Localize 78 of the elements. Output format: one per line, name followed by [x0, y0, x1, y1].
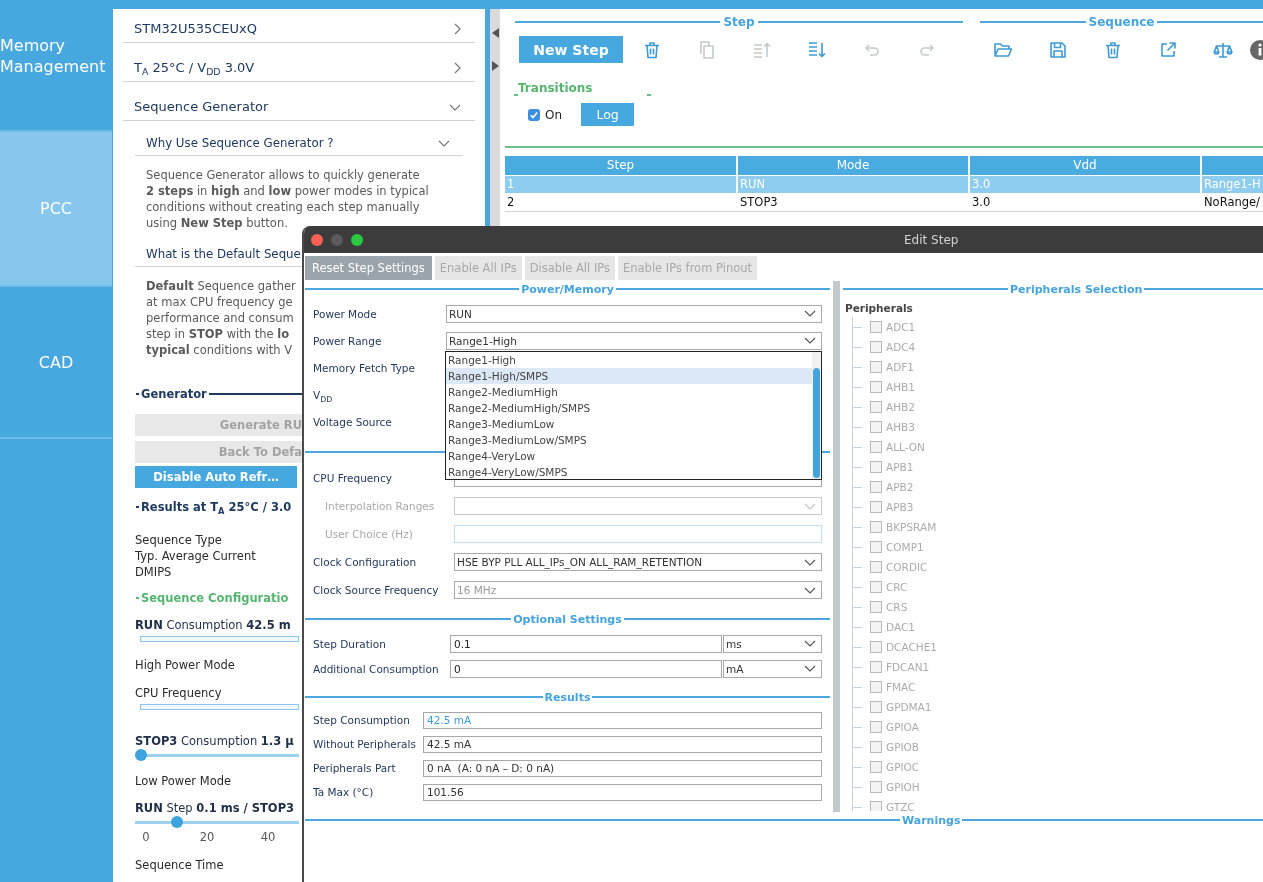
field-label: CPU Frequency	[313, 472, 392, 484]
checkbox-label: DAC1	[886, 621, 915, 633]
checkbox-label: ADC1	[886, 321, 916, 333]
result-label: Typ. Average Current	[135, 548, 256, 564]
checkbox-label: APB3	[886, 501, 914, 513]
group-title: Sequence	[1087, 15, 1156, 29]
checkbox-label: AHB1	[886, 381, 915, 393]
checkbox-label: FMAC	[886, 681, 916, 693]
output-field: 101.56	[423, 783, 822, 801]
field-label: Additional Consumption	[313, 662, 439, 675]
checkbox-label: ALL-ON	[886, 441, 925, 453]
section-title: Results at T$_{A}$ 25°C / 3.0	[141, 499, 292, 515]
section-title: Generator	[141, 386, 207, 402]
scale-label: 20	[199, 829, 215, 845]
checkbox-label: CRC	[886, 581, 908, 593]
section-title: Peripherals Selection	[1009, 282, 1144, 296]
table-cell: STOP3	[736, 194, 968, 211]
checkbox-label: AHB3	[886, 421, 915, 433]
checkbox-label: GPDMA1	[886, 701, 932, 713]
setting-label: Sequence Time	[135, 857, 225, 873]
field-label: Clock Source Frequency	[313, 584, 439, 596]
section-title: Warnings	[901, 813, 962, 827]
checkbox-label: CRS	[886, 601, 908, 613]
checkbox-label: ADC4	[886, 341, 916, 353]
checkbox-label: FDCAN1	[886, 661, 930, 673]
scale-label: 0	[142, 829, 150, 845]
group-title: Transitions	[518, 80, 593, 97]
checkbox-label: GPIOC	[886, 761, 920, 773]
checkbox-label: AHB2	[886, 401, 915, 413]
group-title: Step	[722, 15, 756, 29]
output-field: 42.5 mA	[423, 735, 822, 753]
scale-label: 40	[260, 829, 276, 845]
consumption-heading: STOP3 Consumption 1.3 µ	[135, 733, 295, 749]
field-label: Clock Configuration	[313, 556, 417, 568]
output-field: 42.5 mA	[423, 711, 822, 729]
paragraph: Default Sequence gather at max CPU frequency ge performance and consum step in STOP with the lo typical conditions with V	[145, 278, 297, 358]
field-label: Interpolation Ranges	[325, 500, 435, 512]
field-label: Step Duration	[313, 637, 386, 650]
field-label: Without Peripherals	[313, 738, 416, 750]
field-label: Power Mode	[313, 307, 377, 320]
checkbox-label: GPIOB	[886, 741, 920, 753]
window-title: Edit Step	[904, 232, 959, 247]
checkbox-label: DCACHE1	[886, 641, 937, 653]
checkbox-label: GTZC	[886, 801, 915, 811]
checkbox-label: CORDIC	[886, 561, 928, 573]
table-cell-text: 1	[506, 176, 516, 193]
checkbox-label: BKPSRAM	[886, 521, 937, 533]
setting-label: High Power Mode	[135, 657, 236, 673]
field-label: V$_{DD}$	[313, 388, 333, 401]
checkbox-label: On	[545, 107, 563, 122]
setting-label: Low Power Mode	[135, 773, 233, 789]
checkbox-label: GPIOA	[886, 721, 919, 733]
checkbox-label: COMP1	[886, 541, 924, 553]
setting-label: CPU Frequency	[135, 685, 223, 701]
checkbox-label: GPIOH	[886, 781, 920, 793]
field-label: Ta Max (°C)	[313, 786, 374, 798]
paragraph: Sequence Generator allows to quickly generate 2 steps in high and low power modes in typical conditions without creating each step manually using New Step button.	[145, 167, 430, 231]
field-label: Step Consumption	[313, 714, 410, 726]
section-title: Sequence Configuratio	[141, 590, 289, 606]
field-label: User Choice (Hz)	[325, 528, 413, 540]
field-label: Memory Fetch Type	[313, 361, 415, 374]
field-label: Voltage Source	[313, 415, 392, 428]
result-label: Sequence Type	[135, 532, 222, 548]
table-cell: 3.0	[968, 194, 1200, 211]
section-title: Power/Memory	[520, 282, 615, 296]
field-label: Power Range	[313, 334, 382, 347]
result-label: DMIPS	[135, 564, 172, 580]
table-cell-text: 2	[506, 194, 516, 211]
consumption-heading: RUN Consumption 42.5 m	[135, 617, 292, 633]
section-title: Results	[543, 690, 592, 704]
table-cell: NoRange/	[1200, 194, 1263, 211]
field-label: Peripherals Part	[313, 762, 396, 774]
output-field: 0 nA (A: 0 nA – D: 0 nA)	[423, 759, 822, 777]
consumption-heading: RUN Step 0.1 ms / STOP3	[135, 800, 296, 816]
section-title: Optional Settings	[512, 612, 623, 626]
checkbox-label: APB2	[886, 481, 914, 493]
checkbox-label: APB1	[886, 461, 914, 473]
checkbox-label: ADF1	[886, 361, 914, 373]
